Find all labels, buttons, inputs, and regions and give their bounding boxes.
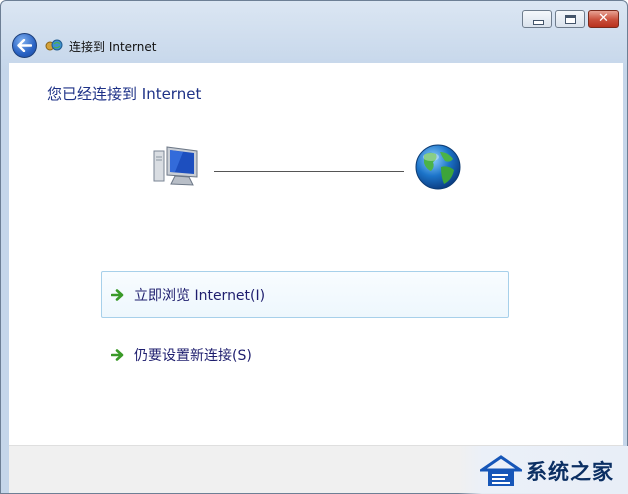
browse-internet-option[interactable]: 立即浏览 Internet(I) xyxy=(101,271,509,318)
window-title: 连接到 Internet xyxy=(69,40,157,54)
close-icon: ✕ xyxy=(598,11,609,26)
maximize-icon xyxy=(565,15,576,24)
browse-internet-label: 立即浏览 Internet(I) xyxy=(134,288,266,304)
close-button[interactable]: ✕ xyxy=(588,10,619,28)
content-pane: 您已经连接到 Internet 立即浏览 Internet(I) 仍要设置新连接… xyxy=(9,63,623,445)
globe-icon xyxy=(415,144,461,190)
maximize-button[interactable] xyxy=(555,10,585,28)
watermark: 系统之家 xyxy=(458,446,628,494)
green-arrow-icon xyxy=(111,349,124,361)
minimize-button[interactable] xyxy=(522,10,552,28)
house-logo xyxy=(480,455,522,486)
connection-line xyxy=(214,171,404,172)
minimize-icon xyxy=(533,20,544,25)
back-button[interactable] xyxy=(12,33,37,58)
green-arrow-icon xyxy=(111,289,124,301)
setup-new-connection-label: 仍要设置新连接(S) xyxy=(134,348,252,364)
page-heading: 您已经连接到 Internet xyxy=(47,85,202,103)
back-arrow-icon xyxy=(17,39,32,52)
connect-to-internet-window: ✕ 连接到 Internet 您已经连接到 Internet 立即浏览 Inte… xyxy=(0,0,628,494)
setup-new-connection-option[interactable]: 仍要设置新连接(S) xyxy=(101,331,509,378)
computer-icon xyxy=(153,146,198,186)
title-bar: ✕ 连接到 Internet xyxy=(1,1,627,63)
watermark-text: 系统之家 xyxy=(526,460,614,484)
network-connection-icon xyxy=(45,39,63,51)
